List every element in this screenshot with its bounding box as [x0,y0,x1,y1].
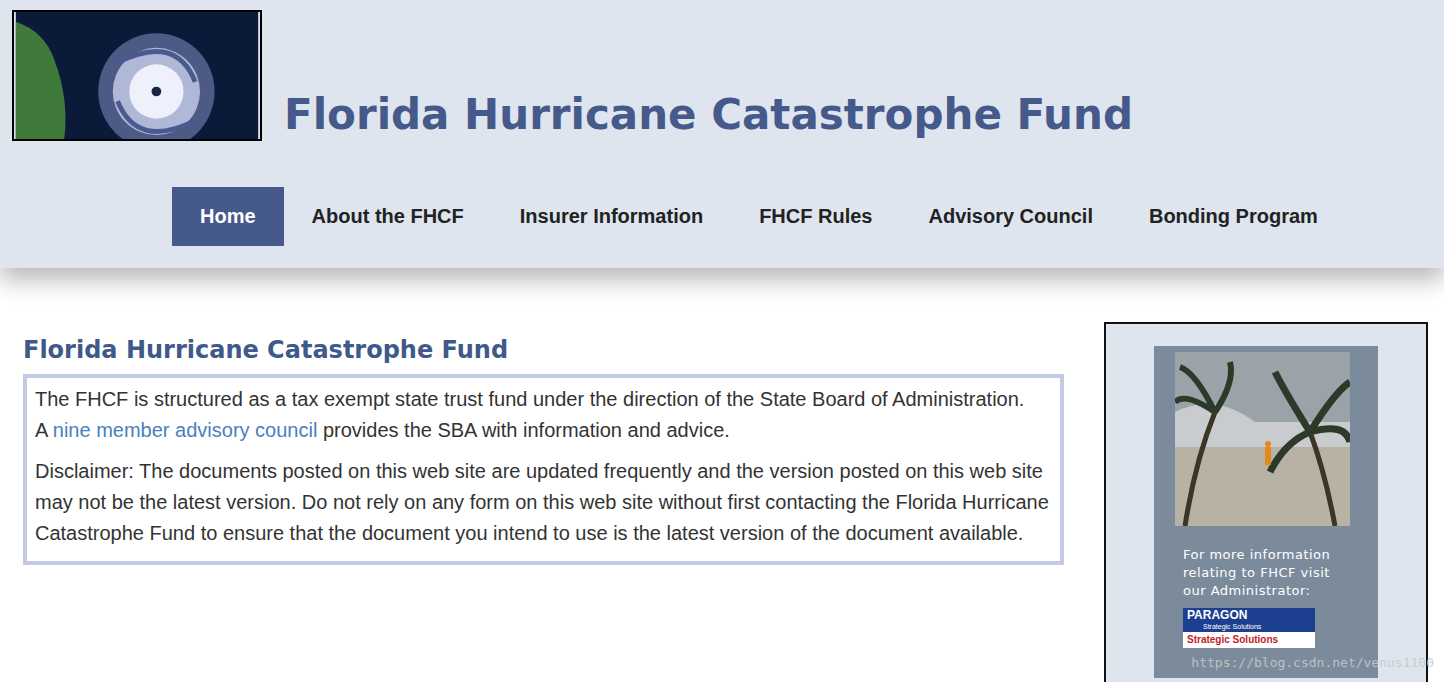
logo-name: PARAGON [1183,608,1315,622]
main-content: Florida Hurricane Catastrophe Fund The FH… [0,322,1064,682]
logo-banner: Strategic Solutions [1183,632,1315,648]
palm-photo-icon [1175,352,1350,526]
header-top: Florida Hurricane Catastrophe Fund [12,10,1432,141]
nav-item[interactable]: About the FHCF [284,187,492,246]
banner-caption: For more information relating to FHCF vi… [1183,546,1357,600]
paragon-logo[interactable]: PARAGONStrategic SolutionsStrategic Solu… [1183,608,1315,648]
nav-item[interactable]: Insurer Information [492,187,731,246]
header: Florida Hurricane Catastrophe FundHomeAb… [0,0,1444,268]
content: Florida Hurricane Catastrophe Fund The FH… [0,268,1444,682]
nav-item[interactable]: Bonding Program [1121,187,1346,246]
administrator-banner[interactable]: For more information relating to FHCF vi… [1154,346,1378,678]
nav-item[interactable]: Home [172,187,284,246]
page: Florida Hurricane Catastrophe FundHomeAb… [0,0,1444,682]
watermark: https://blog.csdn.net/venus1100 [1191,655,1434,670]
intro-text: The FHCF is structured as a tax exempt s… [35,384,1052,415]
page-heading: Florida Hurricane Catastrophe Fund [23,336,1064,364]
nav-bar: HomeAbout the FHCFInsurer InformationFHC… [12,187,1432,246]
sidebar: For more information relating to FHCF vi… [1104,322,1428,682]
disclaimer-text: Disclaimer: The documents posted on this… [35,456,1052,549]
site-title: Florida Hurricane Catastrophe Fund [284,90,1133,139]
hurricane-logo-icon [12,10,262,141]
info-box: The FHCF is structured as a tax exempt s… [23,374,1064,565]
logo-tagline: Strategic Solutions [1183,622,1315,632]
nav-item[interactable]: Advisory Council [900,187,1120,246]
council-text: A nine member advisory council provides … [35,415,1052,446]
council-link[interactable]: nine member advisory council [53,419,318,441]
nav-item[interactable]: FHCF Rules [731,187,900,246]
